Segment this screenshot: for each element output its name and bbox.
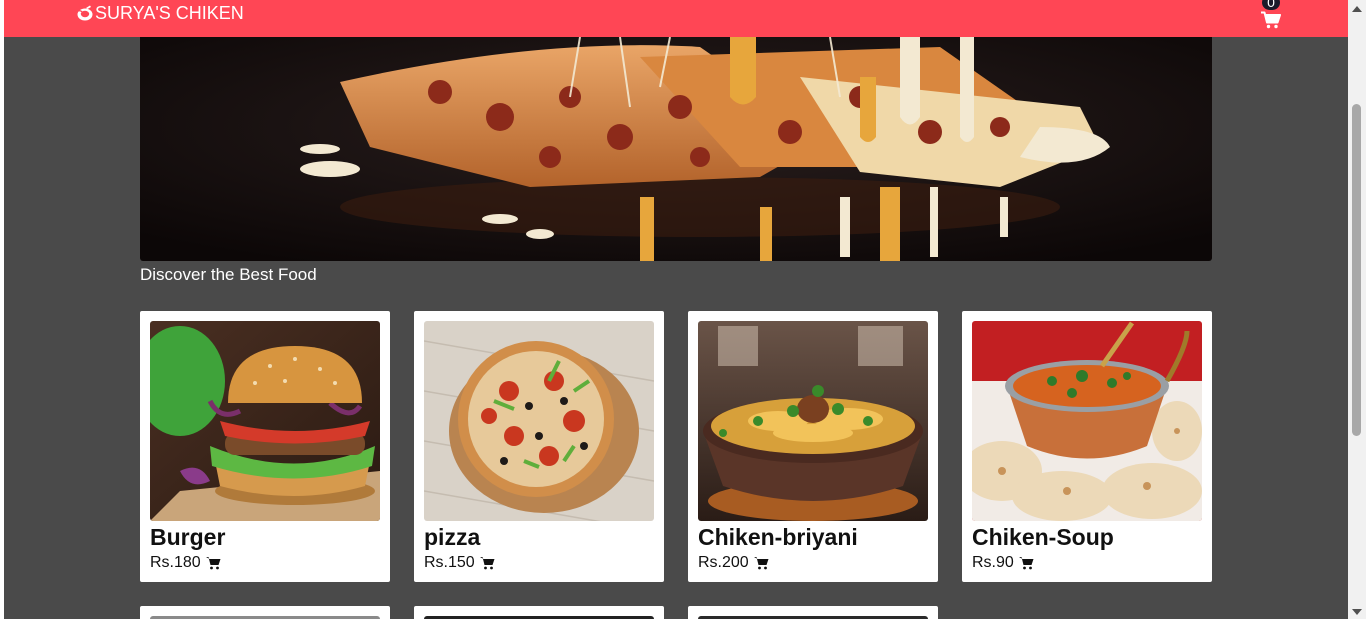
chicken-biryani-photo bbox=[698, 321, 928, 521]
cart-button[interactable]: 0 bbox=[1258, 0, 1282, 30]
product-card-partial[interactable] bbox=[414, 606, 664, 619]
brand[interactable]: SURYA'S CHIKEN bbox=[76, 3, 244, 23]
product-name: Chiken-Soup bbox=[972, 524, 1114, 550]
product-image bbox=[698, 321, 928, 521]
product-card[interactable]: Chiken-briyani Rs.200 bbox=[688, 311, 938, 582]
add-to-cart-icon[interactable] bbox=[1018, 556, 1034, 570]
navbar: SURYA'S CHIKEN 0 bbox=[4, 0, 1348, 37]
chicken-logo-icon bbox=[77, 5, 93, 21]
product-price: Rs.90 bbox=[972, 554, 1034, 572]
product-image bbox=[150, 321, 380, 521]
product-card-partial[interactable] bbox=[140, 606, 390, 619]
cart-count-badge: 0 bbox=[1262, 0, 1280, 10]
burger-photo bbox=[150, 321, 380, 521]
product-image bbox=[972, 321, 1202, 521]
product-card[interactable]: Burger Rs.180 bbox=[140, 311, 390, 582]
product-price: Rs.150 bbox=[424, 554, 495, 572]
product-price: Rs.200 bbox=[698, 554, 769, 572]
chicken-soup-photo bbox=[972, 321, 1202, 521]
scrollbar-thumb[interactable] bbox=[1352, 104, 1361, 436]
scroll-up-arrow-icon[interactable] bbox=[1352, 6, 1362, 12]
price-value: Rs.180 bbox=[150, 554, 201, 571]
price-value: Rs.90 bbox=[972, 554, 1014, 571]
product-name: pizza bbox=[424, 524, 481, 550]
product-image bbox=[424, 321, 654, 521]
product-card[interactable]: Chiken-Soup Rs.90 bbox=[962, 311, 1212, 582]
product-price: Rs.180 bbox=[150, 554, 221, 572]
product-name: Burger bbox=[150, 524, 226, 550]
scroll-down-arrow-icon[interactable] bbox=[1352, 609, 1362, 615]
add-to-cart-icon[interactable] bbox=[479, 556, 495, 570]
add-to-cart-icon[interactable] bbox=[205, 556, 221, 570]
price-value: Rs.150 bbox=[424, 554, 475, 571]
page-viewport: SURYA'S CHIKEN 0 Discover the Best Food … bbox=[4, 0, 1348, 619]
price-value: Rs.200 bbox=[698, 554, 749, 571]
add-to-cart-icon[interactable] bbox=[753, 556, 769, 570]
product-card-partial[interactable] bbox=[688, 606, 938, 619]
brand-name: SURYA'S CHIKEN bbox=[95, 2, 244, 23]
product-card[interactable]: pizza Rs.150 bbox=[414, 311, 664, 582]
shopping-cart-icon bbox=[1261, 11, 1281, 29]
hero-banner bbox=[140, 37, 1212, 261]
vertical-scrollbar[interactable] bbox=[1348, 0, 1366, 619]
pizza-photo bbox=[424, 321, 654, 521]
cheese-pizza-slices-photo bbox=[140, 37, 1212, 261]
tagline: Discover the Best Food bbox=[140, 265, 317, 284]
product-name: Chiken-briyani bbox=[698, 524, 858, 550]
